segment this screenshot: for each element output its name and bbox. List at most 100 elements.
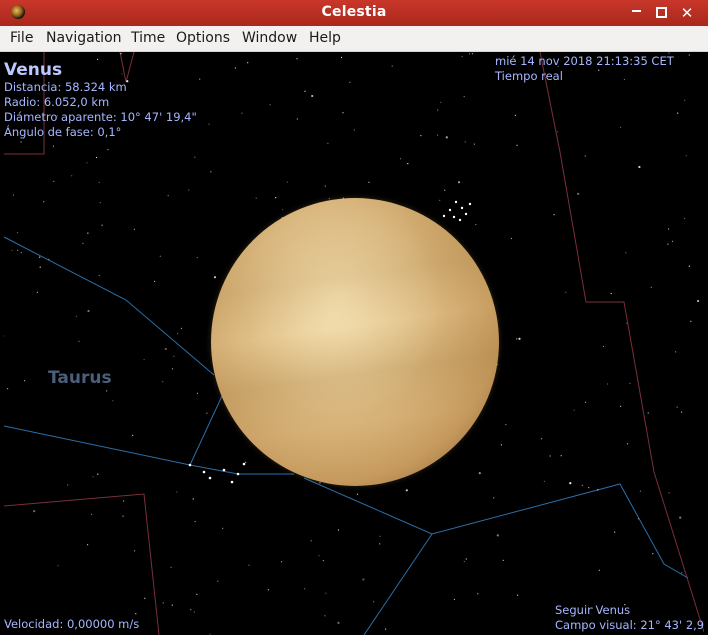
star (296, 58, 298, 60)
star (210, 171, 212, 173)
star (588, 487, 590, 489)
star (473, 143, 475, 145)
sky-viewport[interactable]: Taurus Venus Distancia: 58.324 km Radio:… (4, 52, 704, 635)
star (516, 144, 518, 146)
star (468, 202, 472, 206)
star (97, 473, 99, 475)
star (11, 249, 13, 251)
star (391, 65, 393, 67)
celestia-window: Celestia ✕ File Navigation Time Options … (0, 0, 708, 635)
star (650, 286, 652, 288)
menu-help[interactable]: Help (309, 30, 341, 46)
star (194, 520, 196, 523)
star (549, 455, 551, 457)
star (188, 189, 190, 191)
star (144, 597, 146, 600)
star (92, 476, 94, 478)
star (135, 613, 137, 615)
star (668, 492, 670, 494)
close-button[interactable]: ✕ (677, 3, 697, 23)
star (159, 255, 161, 257)
star (460, 206, 464, 210)
star (17, 249, 19, 251)
star (208, 123, 210, 125)
star (123, 500, 125, 502)
star (177, 333, 179, 335)
fov-readout: Campo visual: 21° 43' 2,9" (555, 618, 704, 632)
minimize-button[interactable] (626, 3, 646, 23)
star (86, 162, 88, 164)
star (247, 62, 249, 64)
star (510, 237, 512, 240)
star (43, 201, 45, 203)
star (304, 90, 306, 92)
star (286, 181, 288, 183)
maximize-icon (655, 6, 667, 18)
star (319, 482, 321, 484)
star (420, 135, 422, 137)
star (71, 175, 73, 177)
star (647, 412, 649, 414)
star (281, 561, 283, 563)
star (471, 53, 473, 55)
menu-navigation[interactable]: Navigation (46, 30, 122, 46)
star (454, 200, 458, 204)
star (202, 470, 206, 474)
star (57, 565, 59, 567)
star (245, 461, 247, 463)
star (267, 589, 269, 591)
star (625, 252, 627, 254)
menu-options[interactable]: Options (176, 30, 230, 46)
star (556, 131, 559, 133)
star (505, 424, 507, 426)
star (337, 621, 340, 625)
star (322, 560, 324, 562)
star (20, 141, 22, 143)
star (222, 527, 224, 529)
maximize-button[interactable] (651, 3, 671, 23)
close-icon: ✕ (680, 4, 694, 22)
star (16, 232, 19, 234)
star (573, 409, 575, 411)
constellation-line (4, 425, 191, 466)
star (170, 566, 172, 569)
star (180, 327, 183, 329)
star (463, 96, 465, 98)
star (98, 274, 100, 277)
star (688, 265, 690, 267)
venus-planet[interactable] (211, 198, 499, 486)
star (217, 580, 219, 582)
star (463, 560, 465, 563)
star (405, 489, 408, 492)
star (134, 550, 136, 552)
star (585, 401, 587, 403)
star (192, 498, 194, 500)
menu-time[interactable]: Time (131, 30, 165, 46)
menu-window[interactable]: Window (242, 30, 297, 46)
title-bar[interactable]: Celestia ✕ (0, 0, 708, 26)
menu-file[interactable]: File (10, 30, 33, 46)
star (452, 215, 456, 219)
star (514, 114, 516, 116)
star (681, 572, 683, 574)
star (20, 252, 22, 254)
minimize-icon (631, 9, 641, 12)
apparent-diameter-readout: Diámetro aparente: 10° 47' 19,4" (4, 110, 197, 124)
star (324, 615, 326, 617)
star (171, 368, 174, 370)
star (597, 489, 599, 491)
star (39, 256, 41, 258)
star (464, 212, 468, 216)
star (196, 392, 198, 394)
star (560, 455, 562, 457)
star (688, 54, 690, 56)
star (457, 181, 461, 184)
star (565, 291, 567, 293)
star (107, 149, 109, 151)
star (39, 266, 41, 268)
star (269, 104, 271, 106)
star (464, 141, 466, 143)
star (368, 181, 370, 183)
star (236, 472, 240, 476)
star (12, 194, 14, 196)
